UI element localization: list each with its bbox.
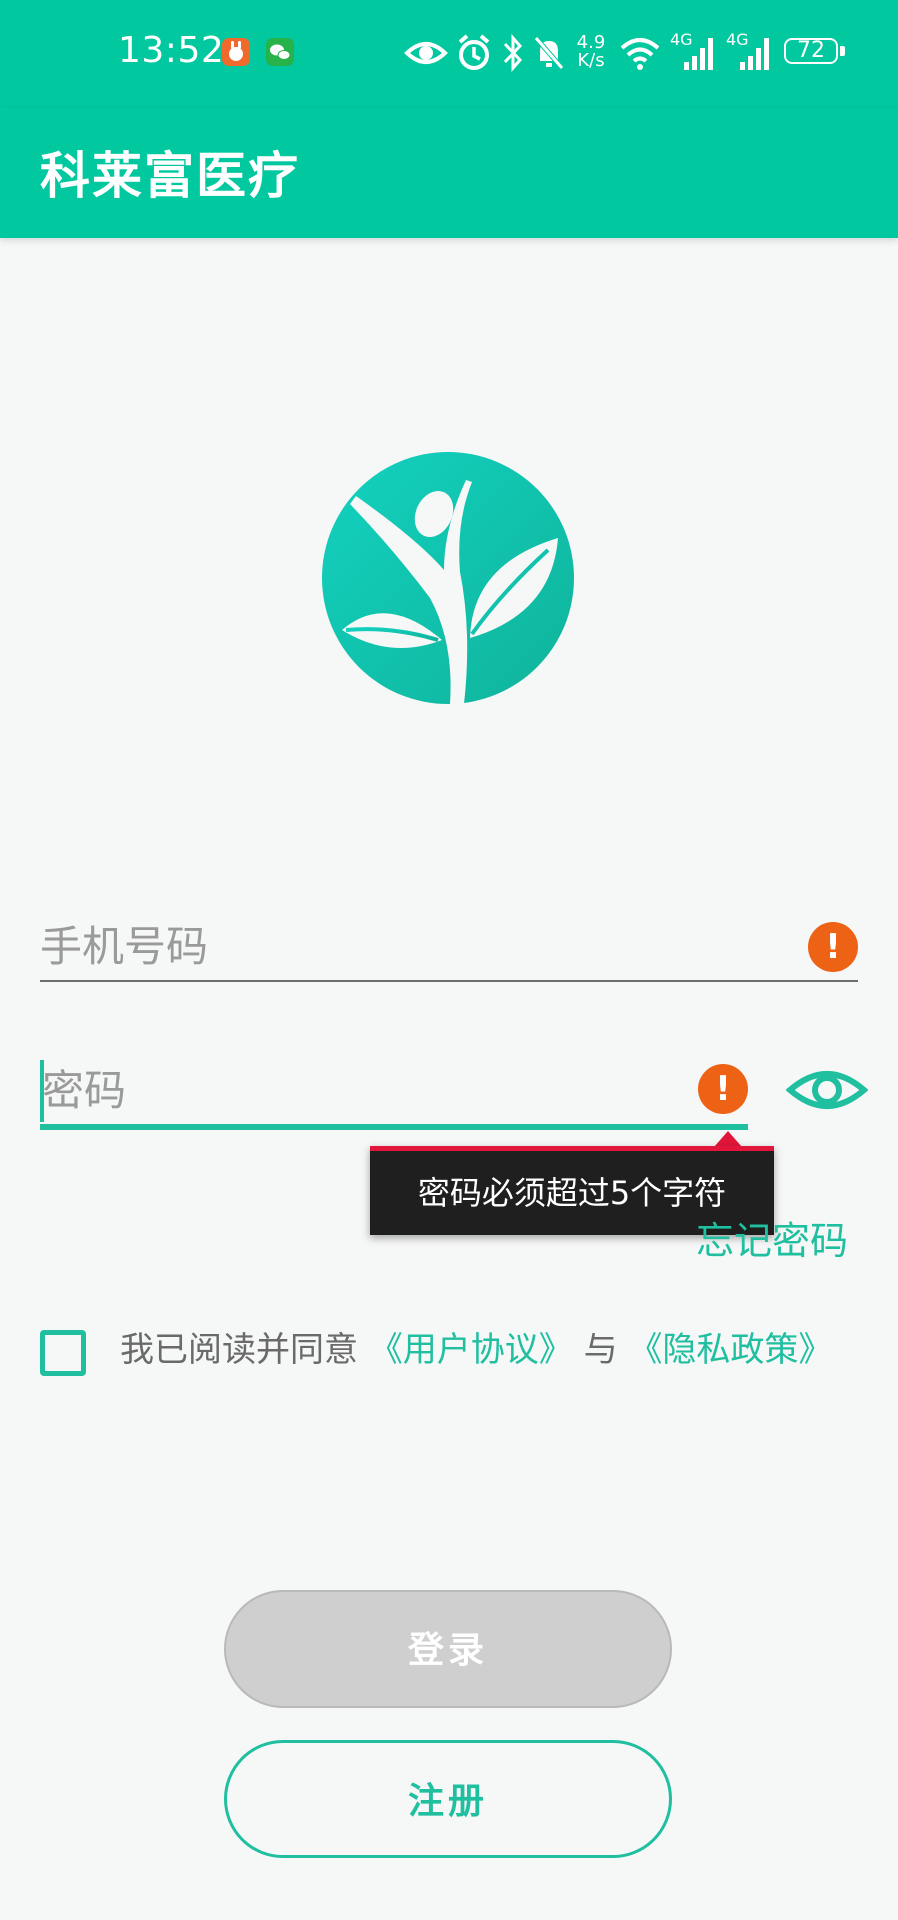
privacy-policy-link[interactable]: 《隐私政策》 <box>628 1330 832 1370</box>
wifi-icon <box>620 38 660 70</box>
wechat-icon <box>266 38 294 66</box>
tree-person-logo-icon <box>322 452 574 704</box>
cellular-signal-2: 4G <box>726 28 776 78</box>
agreement-conjunction: 与 <box>583 1330 618 1370</box>
login-button[interactable]: 登录 <box>224 1590 672 1708</box>
signal-icon <box>684 38 713 70</box>
battery-icon: 72 <box>784 38 848 68</box>
phone-underline <box>40 980 858 982</box>
agreement-prefix: 我已阅读并同意 <box>120 1330 358 1370</box>
tooltip-arrow <box>714 1131 742 1147</box>
password-underline <box>40 1124 748 1130</box>
password-field: ! <box>40 1040 858 1140</box>
bluetooth-icon <box>503 34 523 72</box>
password-input[interactable] <box>42 1062 682 1118</box>
mute-bell-icon <box>534 36 564 70</box>
show-password-eye-icon[interactable] <box>786 1062 868 1118</box>
phone-error-icon[interactable]: ! <box>808 922 858 972</box>
alarm-icon <box>458 34 490 70</box>
app-bar: 科莱富医疗 <box>0 108 898 238</box>
forgot-password-link[interactable]: 忘记密码 <box>696 1210 848 1265</box>
status-bar: 13:52 4.9 K/s 4G 4G 72 <box>0 0 898 108</box>
agreement-text: 我已阅读并同意 《用户协议》 与 《隐私政策》 <box>120 1322 832 1371</box>
password-error-icon[interactable]: ! <box>698 1064 748 1114</box>
phone-field: ! <box>40 900 858 984</box>
app-notification-icon <box>222 38 250 66</box>
register-button[interactable]: 注册 <box>224 1740 672 1858</box>
user-agreement-link[interactable]: 《用户协议》 <box>369 1330 573 1370</box>
agreement-checkbox[interactable] <box>40 1330 86 1376</box>
phone-input[interactable] <box>40 918 780 974</box>
signal-icon <box>740 38 769 70</box>
battery-level: 72 <box>797 38 825 63</box>
network-speed: 4.9 K/s <box>576 32 606 71</box>
app-title: 科莱富医疗 <box>40 147 300 205</box>
eye-status-icon <box>404 42 448 64</box>
cellular-signal-1: 4G <box>670 28 720 78</box>
status-time: 13:52 <box>118 30 225 71</box>
